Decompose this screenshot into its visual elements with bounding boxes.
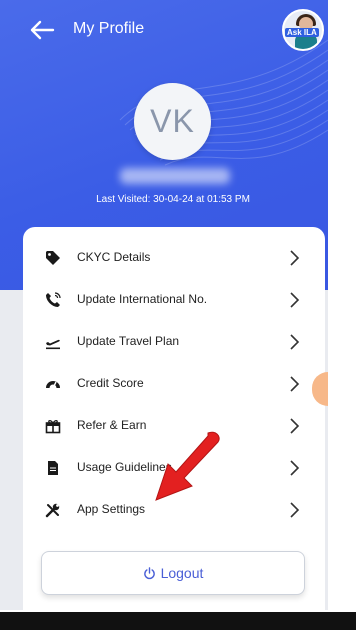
- menu-item-label: Refer & Earn: [77, 418, 147, 432]
- chevron-right-icon: [290, 502, 300, 518]
- menu-item-label: Update Travel Plan: [77, 334, 180, 348]
- power-icon: [143, 566, 155, 579]
- phone-icon: [46, 292, 61, 307]
- tools-icon: [45, 503, 60, 518]
- ila-assistant-avatar[interactable]: Ask ILA: [282, 9, 324, 51]
- page-title: My Profile: [73, 20, 145, 37]
- menu-item-update-international-no[interactable]: Update International No.: [23, 279, 325, 321]
- chevron-right-icon: [290, 292, 300, 308]
- chevron-right-icon: [290, 376, 300, 392]
- bottom-nav-bar: [0, 612, 356, 630]
- screen: My Profile Ask ILA VK Last Visited: 30-0…: [0, 0, 328, 610]
- chevron-right-icon: [290, 460, 300, 476]
- speedometer-icon: [46, 381, 60, 389]
- gift-icon: [45, 420, 61, 434]
- menu-item-label: CKYC Details: [77, 250, 151, 264]
- profile-menu-card: CKYC Details Update International No. Up…: [23, 227, 325, 610]
- annotation-red-arrow: [155, 431, 220, 501]
- chevron-right-icon: [290, 250, 300, 266]
- last-visited-text: Last Visited: 30-04-24 at 01:53 PM: [96, 194, 250, 205]
- chevron-right-icon: [290, 418, 300, 434]
- menu-item-ckyc-details[interactable]: CKYC Details: [23, 237, 325, 279]
- chevron-right-icon: [290, 334, 300, 350]
- logout-button[interactable]: Logout: [41, 551, 305, 595]
- menu-item-update-travel-plan[interactable]: Update Travel Plan: [23, 321, 325, 363]
- logout-label: Logout: [160, 565, 204, 581]
- profile-initials: VK: [150, 103, 195, 139]
- menu-item-label: Credit Score: [77, 376, 144, 390]
- profile-avatar: VK: [134, 83, 211, 160]
- document-icon: [48, 461, 58, 475]
- menu-item-credit-score[interactable]: Credit Score: [23, 363, 325, 405]
- back-arrow-icon[interactable]: [28, 18, 56, 42]
- flight-takeoff-icon: [46, 339, 60, 350]
- menu-item-label: Update International No.: [77, 292, 208, 306]
- ila-badge: Ask ILA: [285, 28, 319, 37]
- menu-item-label: App Settings: [77, 502, 146, 516]
- tag-icon: [46, 251, 60, 265]
- blurred-user-name: [120, 168, 230, 184]
